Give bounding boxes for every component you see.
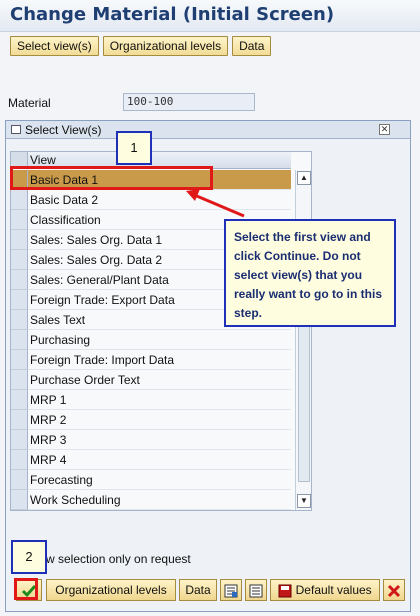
view-label: Work Scheduling xyxy=(28,490,291,510)
row-selector[interactable] xyxy=(11,470,28,490)
title-bar: Change Material (Initial Screen) xyxy=(0,0,420,32)
callout-step-2: 2 xyxy=(11,540,47,574)
dialog-title: Select View(s) xyxy=(25,123,102,137)
application-toolbar: Select view(s) Organizational levels Dat… xyxy=(10,36,272,56)
selection-note: w selection only on request xyxy=(46,552,191,566)
row-selector[interactable] xyxy=(11,350,28,370)
row-selector[interactable] xyxy=(11,450,28,470)
view-label: Basic Data 2 xyxy=(28,190,291,210)
cancel-icon xyxy=(387,584,401,597)
view-label: MRP 4 xyxy=(28,450,291,470)
deselect-all-icon xyxy=(249,584,263,598)
row-selector[interactable] xyxy=(11,270,28,290)
data-button[interactable]: Data xyxy=(232,36,272,56)
material-label: Material xyxy=(8,96,51,110)
view-row[interactable]: Foreign Trade: Import Data xyxy=(11,350,291,370)
views-table: View Basic Data 1 Basic Data 2 Classificat… xyxy=(10,151,312,511)
view-row[interactable]: MRP 4 xyxy=(11,450,291,470)
save-icon xyxy=(278,584,292,598)
material-field[interactable]: 100-100 xyxy=(123,93,255,111)
organizational-levels-dialog-button[interactable]: Organizational levels xyxy=(46,579,176,601)
view-label: Foreign Trade: Import Data xyxy=(28,350,291,370)
select-views-button[interactable]: Select view(s) xyxy=(10,36,99,56)
highlight-continue-button xyxy=(14,578,38,600)
row-selector[interactable] xyxy=(11,430,28,450)
row-selector[interactable] xyxy=(11,250,28,270)
data-dialog-button[interactable]: Data xyxy=(179,579,217,601)
deselect-all-button[interactable] xyxy=(245,579,267,601)
instruction-callout: Select the first view and click Continue… xyxy=(224,219,396,327)
view-row[interactable]: Purchasing xyxy=(11,330,291,350)
scroll-down-icon[interactable]: ▼ xyxy=(297,494,311,508)
row-selector[interactable] xyxy=(11,290,28,310)
default-values-button[interactable]: Default values xyxy=(270,579,380,601)
view-row[interactable]: Purchase Order Text xyxy=(11,370,291,390)
row-selector[interactable] xyxy=(11,210,28,230)
view-row[interactable]: Forecasting xyxy=(11,470,291,490)
callout-step-1: 1 xyxy=(116,131,152,165)
row-selector[interactable] xyxy=(11,390,28,410)
row-selector[interactable] xyxy=(11,410,28,430)
organizational-levels-button[interactable]: Organizational levels xyxy=(102,36,229,56)
scroll-up-icon[interactable]: ▲ xyxy=(297,171,311,185)
view-row[interactable]: MRP 3 xyxy=(11,430,291,450)
view-label: MRP 3 xyxy=(28,430,291,450)
view-label: Purchase Order Text xyxy=(28,370,291,390)
view-label: MRP 2 xyxy=(28,410,291,430)
close-icon[interactable]: ✕ xyxy=(379,124,390,135)
view-row[interactable]: Work Scheduling xyxy=(11,490,291,510)
row-selector[interactable] xyxy=(11,310,28,330)
page-title: Change Material (Initial Screen) xyxy=(10,4,335,25)
view-row[interactable]: Basic Data 2 xyxy=(11,190,291,210)
select-views-dialog: Select View(s) ✕ View Basic Data 1 Basic … xyxy=(5,120,411,612)
cancel-button[interactable] xyxy=(383,579,405,601)
view-row[interactable]: MRP 1 xyxy=(11,390,291,410)
select-all-button[interactable] xyxy=(220,579,242,601)
dialog-title-bar: Select View(s) ✕ xyxy=(6,121,410,139)
view-label: Purchasing xyxy=(28,330,291,350)
view-label: Forecasting xyxy=(28,470,291,490)
row-selector[interactable] xyxy=(11,190,28,210)
row-selector[interactable] xyxy=(11,370,28,390)
default-values-label: Default values xyxy=(295,583,372,597)
row-selector[interactable] xyxy=(11,230,28,250)
row-selector[interactable] xyxy=(11,330,28,350)
dialog-window-icon xyxy=(11,125,21,134)
view-label: MRP 1 xyxy=(28,390,291,410)
highlight-first-view xyxy=(10,166,213,190)
select-all-icon xyxy=(224,584,238,598)
view-row[interactable]: MRP 2 xyxy=(11,410,291,430)
row-selector[interactable] xyxy=(11,490,28,510)
